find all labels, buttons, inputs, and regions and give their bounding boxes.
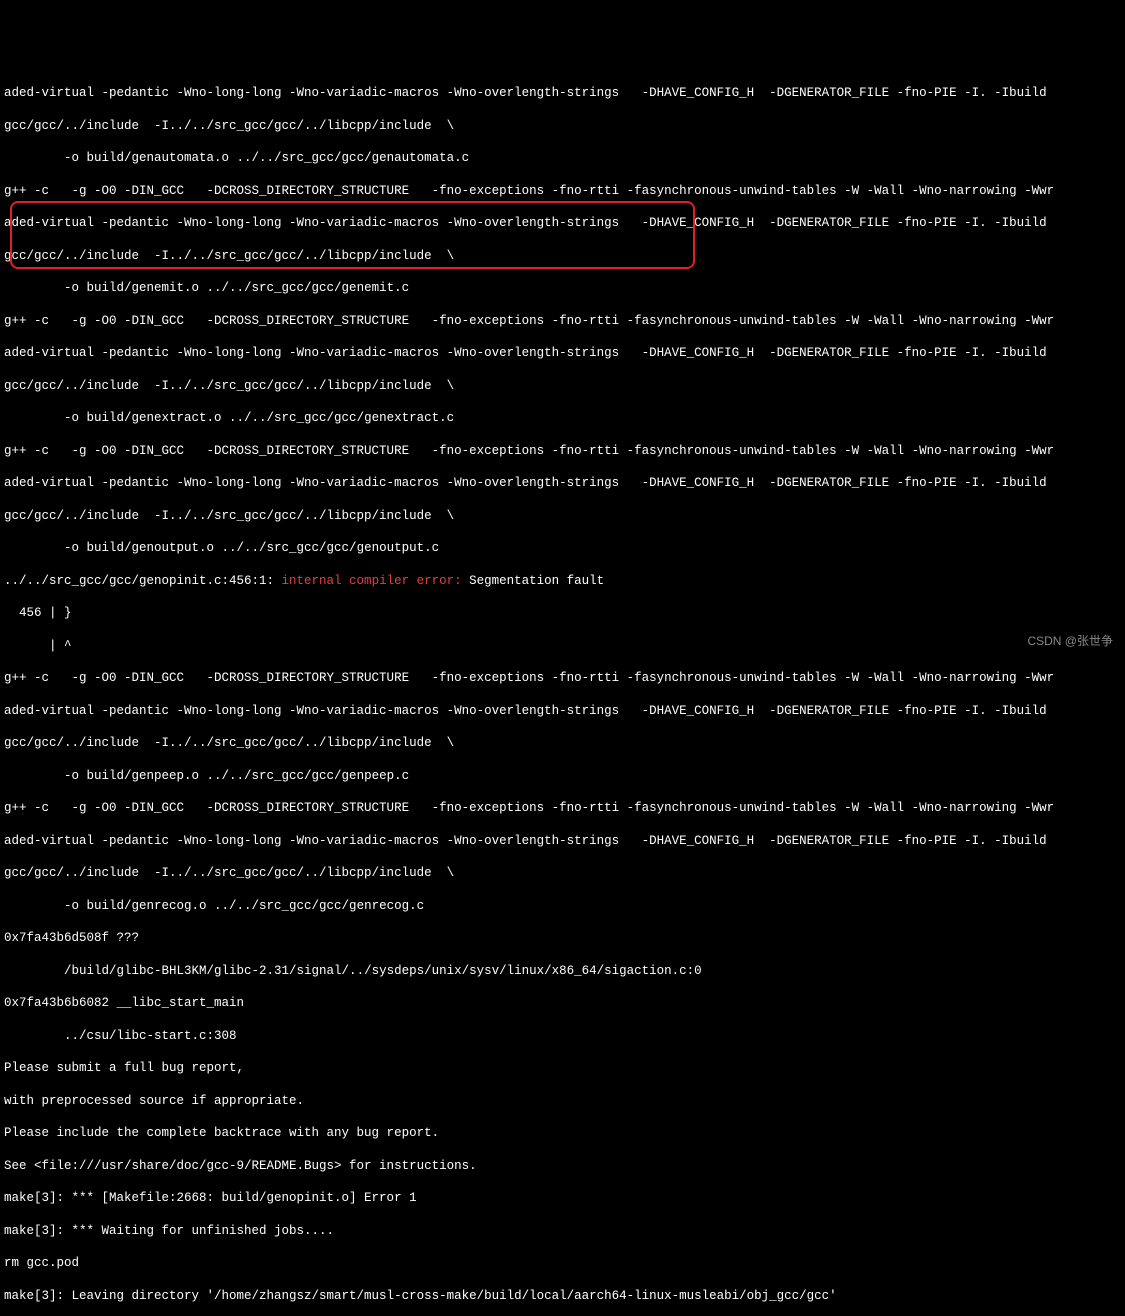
output-line: gcc/gcc/../include -I../../src_gcc/gcc/.… (4, 248, 1121, 264)
output-line: gcc/gcc/../include -I../../src_gcc/gcc/.… (4, 118, 1121, 134)
output-line: See <file:///usr/share/doc/gcc-9/README.… (4, 1158, 1121, 1174)
output-line: -o build/genemit.o ../../src_gcc/gcc/gen… (4, 280, 1121, 296)
error-snippet: 456 | } (4, 605, 1121, 621)
error-label: internal compiler error: (274, 574, 469, 588)
output-line: g++ -c -g -O0 -DIN_GCC -DCROSS_DIRECTORY… (4, 183, 1121, 199)
output-line: aded-virtual -pedantic -Wno-long-long -W… (4, 215, 1121, 231)
output-line: 0x7fa43b6b6082 __libc_start_main (4, 995, 1121, 1011)
output-line: /build/glibc-BHL3KM/glibc-2.31/signal/..… (4, 963, 1121, 979)
output-line: aded-virtual -pedantic -Wno-long-long -W… (4, 703, 1121, 719)
output-line: g++ -c -g -O0 -DIN_GCC -DCROSS_DIRECTORY… (4, 670, 1121, 686)
terminal-output[interactable]: aded-virtual -pedantic -Wno-long-long -W… (4, 69, 1121, 1316)
output-line: g++ -c -g -O0 -DIN_GCC -DCROSS_DIRECTORY… (4, 800, 1121, 816)
output-line: with preprocessed source if appropriate. (4, 1093, 1121, 1109)
output-line: aded-virtual -pedantic -Wno-long-long -W… (4, 475, 1121, 491)
error-message: Segmentation fault (469, 574, 604, 588)
output-line: Please submit a full bug report, (4, 1060, 1121, 1076)
output-line: gcc/gcc/../include -I../../src_gcc/gcc/.… (4, 735, 1121, 751)
output-line: g++ -c -g -O0 -DIN_GCC -DCROSS_DIRECTORY… (4, 313, 1121, 329)
output-line: aded-virtual -pedantic -Wno-long-long -W… (4, 833, 1121, 849)
output-line: make[3]: Leaving directory '/home/zhangs… (4, 1288, 1121, 1304)
output-line: aded-virtual -pedantic -Wno-long-long -W… (4, 85, 1121, 101)
output-line: gcc/gcc/../include -I../../src_gcc/gcc/.… (4, 508, 1121, 524)
output-line: -o build/genrecog.o ../../src_gcc/gcc/ge… (4, 898, 1121, 914)
output-line: gcc/gcc/../include -I../../src_gcc/gcc/.… (4, 865, 1121, 881)
output-line: -o build/genpeep.o ../../src_gcc/gcc/gen… (4, 768, 1121, 784)
error-location: ../../src_gcc/gcc/genopinit.c:456:1: (4, 574, 274, 588)
output-line: -o build/genautomata.o ../../src_gcc/gcc… (4, 150, 1121, 166)
output-line: make[3]: *** [Makefile:2668: build/genop… (4, 1190, 1121, 1206)
output-line: ../csu/libc-start.c:308 (4, 1028, 1121, 1044)
output-line: aded-virtual -pedantic -Wno-long-long -W… (4, 345, 1121, 361)
watermark: CSDN @张世争 (1027, 634, 1113, 650)
error-line: ../../src_gcc/gcc/genopinit.c:456:1: int… (4, 573, 1121, 589)
output-line: gcc/gcc/../include -I../../src_gcc/gcc/.… (4, 378, 1121, 394)
error-caret: | ^ (4, 638, 1121, 654)
output-line: -o build/genextract.o ../../src_gcc/gcc/… (4, 410, 1121, 426)
output-line: 0x7fa43b6d508f ??? (4, 930, 1121, 946)
output-line: rm gcc.pod (4, 1255, 1121, 1271)
output-line: g++ -c -g -O0 -DIN_GCC -DCROSS_DIRECTORY… (4, 443, 1121, 459)
output-line: make[3]: *** Waiting for unfinished jobs… (4, 1223, 1121, 1239)
output-line: -o build/genoutput.o ../../src_gcc/gcc/g… (4, 540, 1121, 556)
output-line: Please include the complete backtrace wi… (4, 1125, 1121, 1141)
